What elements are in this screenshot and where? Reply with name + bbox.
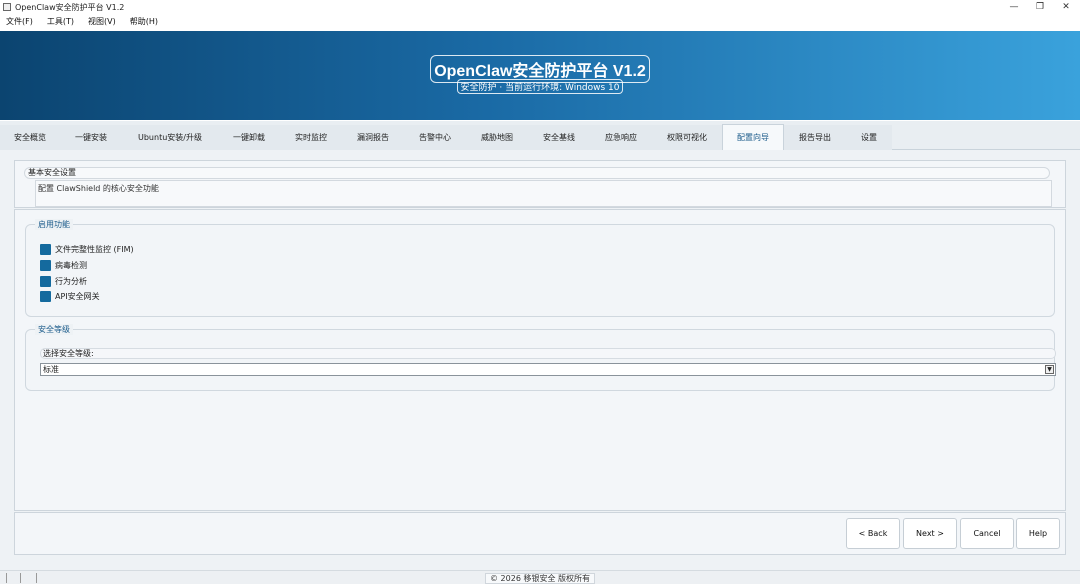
security-level-label: 选择安全等级: (40, 348, 1056, 359)
checkbox-checked-icon[interactable] (40, 291, 51, 302)
security-level-select[interactable]: 标准 ▼ (40, 363, 1056, 376)
feature-behavior-analysis[interactable]: 行为分析 (40, 276, 87, 287)
tab-security-baseline[interactable]: 安全基线 (528, 125, 590, 150)
menu-file[interactable]: 文件(F) (6, 16, 33, 27)
tab-settings[interactable]: 设置 (846, 125, 892, 150)
feature-label: 病毒检测 (55, 261, 87, 270)
header-banner: OpenClaw安全防护平台 V1.2 安全防护 · 当前运行环境: Windo… (0, 31, 1080, 120)
features-legend: 启用功能 (35, 219, 73, 230)
tab-ubuntu-install[interactable]: Ubuntu安装/升级 (122, 125, 218, 150)
copyright-text: © 2026 移银安全 版权所有 (485, 573, 595, 584)
features-group: 启用功能 文件完整性监控 (FIM) 病毒检测 行为分析 API安全网关 (25, 219, 1055, 317)
chevron-down-icon[interactable]: ▼ (1045, 365, 1054, 374)
tab-config-wizard[interactable]: 配置向导 (722, 124, 784, 151)
basic-settings-desc: 配置 ClawShield 的核心安全功能 (35, 180, 1052, 207)
feature-label: API安全网关 (55, 292, 100, 301)
feature-fim[interactable]: 文件完整性监控 (FIM) (40, 244, 134, 255)
minimize-button[interactable]: — (1001, 0, 1027, 14)
menu-bar: 文件(F) 工具(T) 视图(V) 帮助(H) (0, 14, 1080, 29)
menu-tools[interactable]: 工具(T) (47, 16, 74, 27)
tab-bar: 安全概览 一键安装 Ubuntu安装/升级 一键卸载 实时监控 漏洞报告 告警中… (0, 121, 1080, 151)
tab-emergency-response[interactable]: 应急响应 (590, 125, 652, 150)
tab-permission-visual[interactable]: 权限可视化 (652, 125, 722, 150)
feature-label: 文件完整性监控 (FIM) (55, 245, 134, 254)
checkbox-checked-icon[interactable] (40, 244, 51, 255)
maximize-button[interactable]: ❐ (1027, 0, 1053, 14)
basic-settings-title: 基本安全设置 (24, 167, 1050, 179)
banner-subtitle: 安全防护 · 当前运行环境: Windows 10 (456, 79, 624, 94)
tab-install[interactable]: 一键安装 (60, 125, 122, 150)
app-icon (3, 3, 11, 11)
tab-realtime-monitor[interactable]: 实时监控 (280, 125, 342, 150)
checkbox-checked-icon[interactable] (40, 276, 51, 287)
security-level-value: 标准 (43, 365, 59, 374)
menu-help[interactable]: 帮助(H) (130, 16, 158, 27)
tab-vuln-report[interactable]: 漏洞报告 (342, 125, 404, 150)
status-bar: © 2026 移银安全 版权所有 (0, 570, 1080, 584)
feature-label: 行为分析 (55, 277, 87, 286)
help-button[interactable]: Help (1016, 518, 1060, 549)
security-level-legend: 安全等级 (35, 324, 73, 335)
security-level-group: 安全等级 选择安全等级: 标准 ▼ (25, 324, 1056, 391)
title-bar: OpenClaw安全防护平台 V1.2 (0, 0, 1080, 14)
close-button[interactable]: ✕ (1053, 0, 1079, 14)
cancel-button[interactable]: Cancel (960, 518, 1014, 549)
feature-virus-detect[interactable]: 病毒检测 (40, 260, 87, 271)
tab-report-export[interactable]: 报告导出 (784, 125, 846, 150)
feature-api-gateway[interactable]: API安全网关 (40, 291, 100, 302)
checkbox-checked-icon[interactable] (40, 260, 51, 271)
menu-view[interactable]: 视图(V) (88, 16, 116, 27)
tab-threat-map[interactable]: 威胁地图 (466, 125, 528, 150)
back-button[interactable]: < Back (846, 518, 900, 549)
tab-alert-center[interactable]: 告警中心 (404, 125, 466, 150)
tab-overview[interactable]: 安全概览 (0, 125, 60, 150)
next-button[interactable]: Next > (903, 518, 957, 549)
window-title: OpenClaw安全防护平台 V1.2 (15, 2, 125, 12)
tab-uninstall[interactable]: 一键卸载 (218, 125, 280, 150)
